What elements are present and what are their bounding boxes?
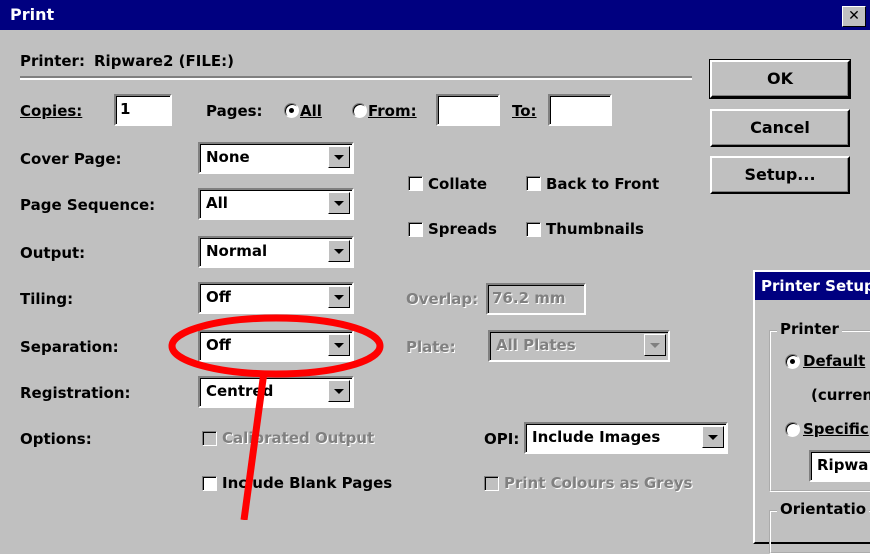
highlight-ellipse: [168, 314, 384, 378]
annotation-line: [240, 371, 268, 520]
annotation-overlay: [168, 314, 384, 520]
